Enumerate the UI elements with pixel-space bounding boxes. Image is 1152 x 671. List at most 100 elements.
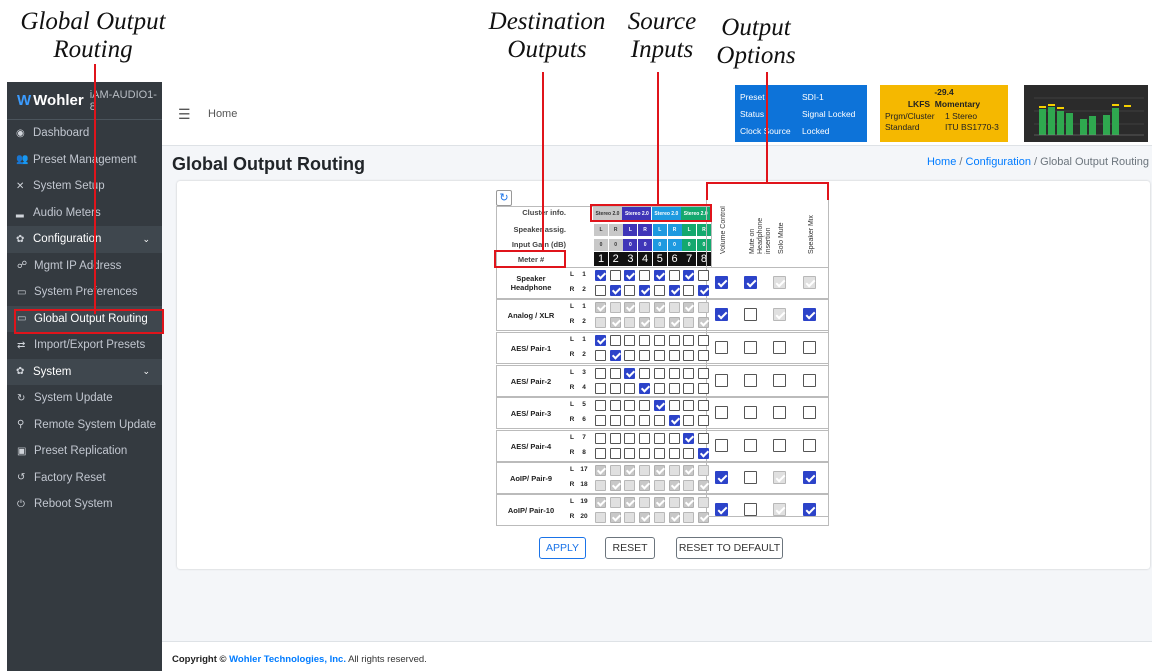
sidebar-item-dashboard[interactable]: ◉ Dashboard — [7, 120, 162, 147]
apply-button[interactable]: APPLY — [539, 537, 586, 559]
routing-checkbox[interactable] — [624, 383, 636, 394]
routing-checkbox[interactable] — [668, 335, 680, 346]
routing-checkbox[interactable] — [595, 335, 606, 346]
routing-checkbox[interactable] — [624, 368, 636, 379]
sidebar-item-remote-system-update[interactable]: ⚲ Remote System Update — [7, 412, 162, 439]
routing-checkbox[interactable] — [683, 448, 695, 459]
sidebar-item-reboot-system[interactable]: ⏻ Reboot System — [7, 491, 162, 518]
routing-checkbox[interactable] — [697, 350, 709, 361]
reset-button[interactable]: RESET — [605, 537, 655, 559]
routing-checkbox[interactable] — [609, 383, 621, 394]
sidebar-item-factory-reset[interactable]: ↺ Factory Reset — [7, 465, 162, 492]
routing-checkbox[interactable] — [668, 433, 680, 444]
output-option-checkbox[interactable] — [803, 406, 816, 419]
routing-checkbox[interactable] — [639, 415, 651, 426]
routing-checkbox[interactable] — [624, 335, 636, 346]
output-option-checkbox[interactable] — [803, 503, 816, 516]
output-option-checkbox[interactable] — [773, 439, 786, 452]
routing-checkbox[interactable] — [697, 383, 709, 394]
routing-checkbox[interactable] — [683, 350, 695, 361]
routing-checkbox[interactable] — [595, 415, 606, 426]
routing-checkbox[interactable] — [595, 350, 606, 361]
routing-checkbox[interactable] — [668, 270, 680, 281]
output-option-checkbox[interactable] — [744, 406, 757, 419]
routing-checkbox[interactable] — [639, 270, 651, 281]
sidebar-item-system-setup[interactable]: ✕ System Setup — [7, 173, 162, 200]
routing-checkbox[interactable] — [683, 285, 695, 296]
routing-checkbox[interactable] — [697, 400, 709, 411]
sidebar-item-configuration[interactable]: ✿ Configuration ⌄ — [7, 226, 162, 253]
routing-checkbox[interactable] — [639, 433, 651, 444]
routing-checkbox[interactable] — [609, 433, 621, 444]
output-option-checkbox[interactable] — [715, 471, 728, 484]
sidebar-item-audio-meters[interactable]: ▂ Audio Meters — [7, 200, 162, 227]
sidebar-item-preset-replication[interactable]: ▣ Preset Replication — [7, 438, 162, 465]
routing-checkbox[interactable] — [653, 350, 665, 361]
output-option-checkbox[interactable] — [715, 439, 728, 452]
audio-meter-thumbnail[interactable] — [1024, 85, 1148, 142]
routing-checkbox[interactable] — [653, 270, 665, 281]
routing-checkbox[interactable] — [624, 350, 636, 361]
routing-checkbox[interactable] — [624, 400, 636, 411]
routing-checkbox[interactable] — [653, 415, 665, 426]
routing-checkbox[interactable] — [609, 368, 621, 379]
routing-checkbox[interactable] — [683, 415, 695, 426]
output-option-checkbox[interactable] — [744, 439, 757, 452]
routing-checkbox[interactable] — [624, 433, 636, 444]
routing-checkbox[interactable] — [609, 270, 621, 281]
output-option-checkbox[interactable] — [715, 341, 728, 354]
routing-checkbox[interactable] — [697, 285, 709, 296]
routing-checkbox[interactable] — [653, 448, 665, 459]
output-option-checkbox[interactable] — [773, 341, 786, 354]
routing-checkbox[interactable] — [609, 400, 621, 411]
output-option-checkbox[interactable] — [715, 406, 728, 419]
sidebar-item-preset-management[interactable]: 👥 Preset Management — [7, 147, 162, 174]
routing-checkbox[interactable] — [609, 350, 621, 361]
output-option-checkbox[interactable] — [773, 406, 786, 419]
routing-checkbox[interactable] — [639, 285, 651, 296]
routing-checkbox[interactable] — [624, 448, 636, 459]
breadcrumb-home[interactable]: Home — [927, 156, 956, 168]
routing-checkbox[interactable] — [639, 400, 651, 411]
output-option-checkbox[interactable] — [715, 374, 728, 387]
output-option-checkbox[interactable] — [715, 503, 728, 516]
routing-checkbox[interactable] — [683, 383, 695, 394]
routing-checkbox[interactable] — [595, 433, 606, 444]
routing-checkbox[interactable] — [653, 285, 665, 296]
footer-company-link[interactable]: Wohler Technologies, Inc. — [229, 654, 346, 665]
routing-checkbox[interactable] — [609, 335, 621, 346]
sidebar-item-import-export-presets[interactable]: ⇄ Import/Export Presets — [7, 332, 162, 359]
output-option-checkbox[interactable] — [715, 308, 728, 321]
routing-checkbox[interactable] — [683, 433, 695, 444]
routing-checkbox[interactable] — [595, 383, 606, 394]
routing-checkbox[interactable] — [595, 368, 606, 379]
output-option-checkbox[interactable] — [773, 374, 786, 387]
output-option-checkbox[interactable] — [744, 374, 757, 387]
nav-home-link[interactable]: Home — [208, 108, 237, 120]
routing-checkbox[interactable] — [653, 368, 665, 379]
routing-checkbox[interactable] — [668, 415, 680, 426]
routing-checkbox[interactable] — [609, 448, 621, 459]
routing-checkbox[interactable] — [668, 383, 680, 394]
routing-checkbox[interactable] — [653, 433, 665, 444]
routing-checkbox[interactable] — [683, 335, 695, 346]
output-option-checkbox[interactable] — [803, 341, 816, 354]
output-option-checkbox[interactable] — [744, 503, 757, 516]
brand-logo[interactable]: W Wohler iAM-AUDIO1-8 — [7, 82, 162, 120]
routing-checkbox[interactable] — [609, 415, 621, 426]
routing-checkbox[interactable] — [609, 285, 621, 296]
routing-checkbox[interactable] — [639, 383, 651, 394]
output-option-checkbox[interactable] — [744, 341, 757, 354]
routing-checkbox[interactable] — [624, 270, 636, 281]
sidebar-item-system-update[interactable]: ↻ System Update — [7, 385, 162, 412]
routing-checkbox[interactable] — [697, 368, 709, 379]
routing-checkbox[interactable] — [595, 448, 606, 459]
routing-checkbox[interactable] — [624, 285, 636, 296]
routing-checkbox[interactable] — [653, 335, 665, 346]
hamburger-menu-icon[interactable]: ☰ — [178, 106, 191, 123]
sidebar-item-system-preferences[interactable]: ▭ System Preferences — [7, 279, 162, 306]
reset-to-default-button[interactable]: RESET TO DEFAULT — [676, 537, 783, 559]
output-option-checkbox[interactable] — [715, 276, 728, 289]
routing-checkbox[interactable] — [595, 270, 606, 281]
routing-checkbox[interactable] — [624, 415, 636, 426]
